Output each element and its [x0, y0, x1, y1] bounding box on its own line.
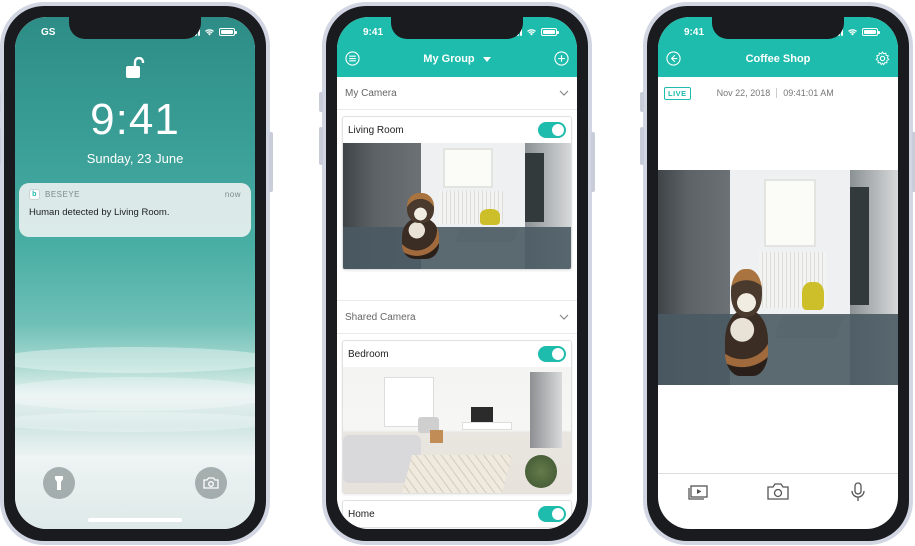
- wifi-icon: [527, 29, 536, 36]
- microphone-icon[interactable]: [846, 482, 870, 502]
- phone-bezel: 9:41 My Group My Camera Living Room Shar…: [326, 6, 588, 541]
- camera-list: My Camera Living Room Shared Camera Bedr…: [337, 77, 577, 529]
- cat-image: [725, 268, 769, 377]
- camera-power-toggle[interactable]: [538, 346, 566, 362]
- notch: [712, 17, 844, 39]
- live-screen: 9:41 Coffee Shop LIVE Nov 22, 2018 09:41…: [658, 17, 898, 529]
- phone-group-screen: 9:41 My Group My Camera Living Room Shar…: [319, 2, 595, 545]
- flashlight-button[interactable]: [43, 467, 75, 499]
- phone-lock-screen: GS 9:41 Sunday, 23 June b BESEYE now Hum…: [0, 2, 273, 545]
- lock-screen: GS 9:41 Sunday, 23 June b BESEYE now Hum…: [15, 17, 255, 529]
- cat-image: [402, 193, 439, 259]
- camera-power-toggle[interactable]: [538, 506, 566, 522]
- section-header-my-camera[interactable]: My Camera: [337, 77, 577, 110]
- phone-power-button: [591, 132, 595, 192]
- section-title: Shared Camera: [345, 311, 416, 323]
- notch: [391, 17, 523, 39]
- phone-power-button: [269, 132, 273, 192]
- chevron-down-icon: [559, 314, 569, 320]
- notification-time: now: [224, 190, 241, 199]
- battery-icon: [541, 28, 559, 36]
- carrier-label: GS: [41, 27, 56, 38]
- live-badge: LIVE: [664, 86, 691, 100]
- wave-foam: [15, 347, 255, 373]
- camera-name: Home: [348, 508, 375, 520]
- wifi-icon: [205, 29, 214, 36]
- wave-foam: [15, 377, 255, 411]
- group-title: My Group: [423, 53, 475, 65]
- camera-thumbnail[interactable]: [343, 143, 571, 269]
- section-title: My Camera: [345, 87, 397, 99]
- playback-icon[interactable]: [686, 482, 710, 502]
- battery-icon: [219, 28, 237, 36]
- camera-card-bedroom[interactable]: Bedroom: [342, 340, 572, 494]
- notification-message: Human detected by Living Room.: [29, 207, 170, 218]
- beseye-app-icon: b: [29, 189, 40, 200]
- live-info-row: LIVE Nov 22, 2018 09:41:01 AM: [658, 77, 898, 109]
- live-date: Nov 22, 2018: [716, 88, 771, 98]
- live-video-view[interactable]: [658, 170, 898, 385]
- phone-mute-switch: [640, 92, 644, 112]
- add-icon[interactable]: [554, 51, 569, 66]
- camera-power-toggle[interactable]: [538, 122, 566, 138]
- phone-live-screen: 9:41 Coffee Shop LIVE Nov 22, 2018 09:41…: [640, 2, 915, 545]
- divider: [776, 88, 778, 98]
- chevron-down-icon: [559, 90, 569, 96]
- group-selector[interactable]: My Group: [337, 53, 577, 65]
- lock-date: Sunday, 23 June: [86, 151, 184, 166]
- camera-icon: [203, 477, 219, 489]
- camera-button[interactable]: [195, 467, 227, 499]
- unlock-icon: [126, 57, 145, 78]
- beach-wallpaper: [15, 17, 255, 529]
- phone-bezel: 9:41 Coffee Shop LIVE Nov 22, 2018 09:41…: [647, 6, 909, 541]
- wifi-icon: [848, 29, 857, 36]
- flashlight-icon: [55, 476, 63, 490]
- camera-card-home[interactable]: Home: [342, 500, 572, 528]
- wave-foam: [15, 412, 255, 432]
- camera-card-living-room[interactable]: Living Room: [342, 116, 572, 270]
- camera-title: Coffee Shop: [745, 53, 811, 65]
- live-time: 09:41:01 AM: [783, 88, 834, 98]
- section-header-shared-camera[interactable]: Shared Camera: [337, 301, 577, 334]
- snapshot-icon[interactable]: [766, 482, 790, 502]
- camera-name: Living Room: [348, 124, 404, 136]
- live-action-bar: [658, 473, 898, 529]
- group-screen: 9:41 My Group My Camera Living Room Shar…: [337, 17, 577, 529]
- notification-app-name: BESEYE: [45, 190, 81, 199]
- notch: [69, 17, 201, 39]
- camera-name: Bedroom: [348, 348, 389, 360]
- home-indicator[interactable]: [88, 518, 182, 522]
- phone-volume-up: [0, 127, 1, 165]
- status-time: 9:41: [684, 27, 705, 38]
- status-time: 9:41: [363, 27, 384, 38]
- phone-volume-up: [640, 127, 644, 165]
- phone-mute-switch: [0, 92, 1, 112]
- gear-icon[interactable]: [875, 51, 890, 66]
- phone-bezel: GS 9:41 Sunday, 23 June b BESEYE now Hum…: [4, 6, 266, 541]
- battery-icon: [862, 28, 880, 36]
- notification-banner[interactable]: b BESEYE now Human detected by Living Ro…: [19, 183, 251, 237]
- caret-down-icon: [482, 56, 491, 62]
- phone-mute-switch: [319, 92, 323, 112]
- camera-thumbnail[interactable]: [343, 367, 571, 493]
- phone-volume-up: [319, 127, 323, 165]
- lock-time: 9:41: [90, 95, 180, 144]
